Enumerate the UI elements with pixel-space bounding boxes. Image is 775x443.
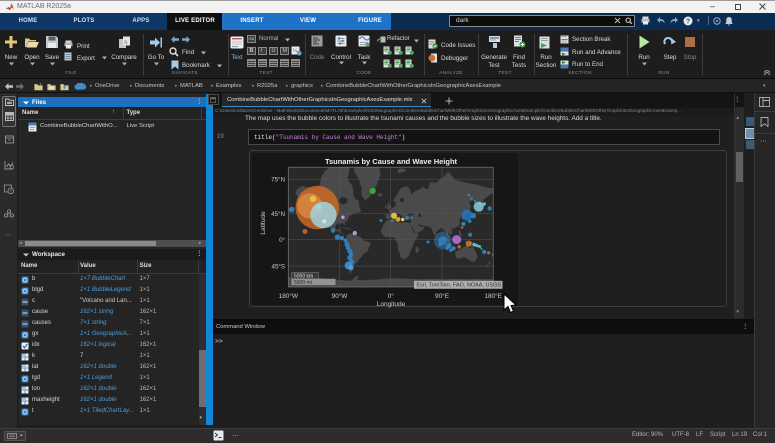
svg-text:Tsunamis by Cause and Wave Hei: Tsunamis by Cause and Wave Height [325, 157, 458, 166]
svg-text:?: ? [686, 18, 690, 25]
svg-text:180°E: 180°E [484, 291, 501, 299]
svg-text:Latitude: Latitude [260, 211, 267, 235]
svg-text:5000 mi: 5000 mi [294, 279, 312, 285]
svg-text:45°N: 45°N [271, 210, 285, 217]
svg-text:45°S: 45°S [272, 263, 285, 270]
svg-text:75°N: 75°N [271, 176, 285, 183]
svg-text:Esri, TomTom, FAO, NOAA, USGS: Esri, TomTom, FAO, NOAA, USGS [417, 282, 502, 288]
svg-text:90°W: 90°W [332, 291, 349, 299]
svg-text:0°: 0° [388, 291, 395, 299]
svg-text:5000 km: 5000 km [294, 273, 313, 279]
svg-text:90°E: 90°E [435, 291, 449, 299]
svg-text:0°: 0° [279, 237, 285, 244]
svg-text:Longitude: Longitude [377, 301, 406, 308]
svg-text:180°W: 180°W [279, 291, 299, 299]
